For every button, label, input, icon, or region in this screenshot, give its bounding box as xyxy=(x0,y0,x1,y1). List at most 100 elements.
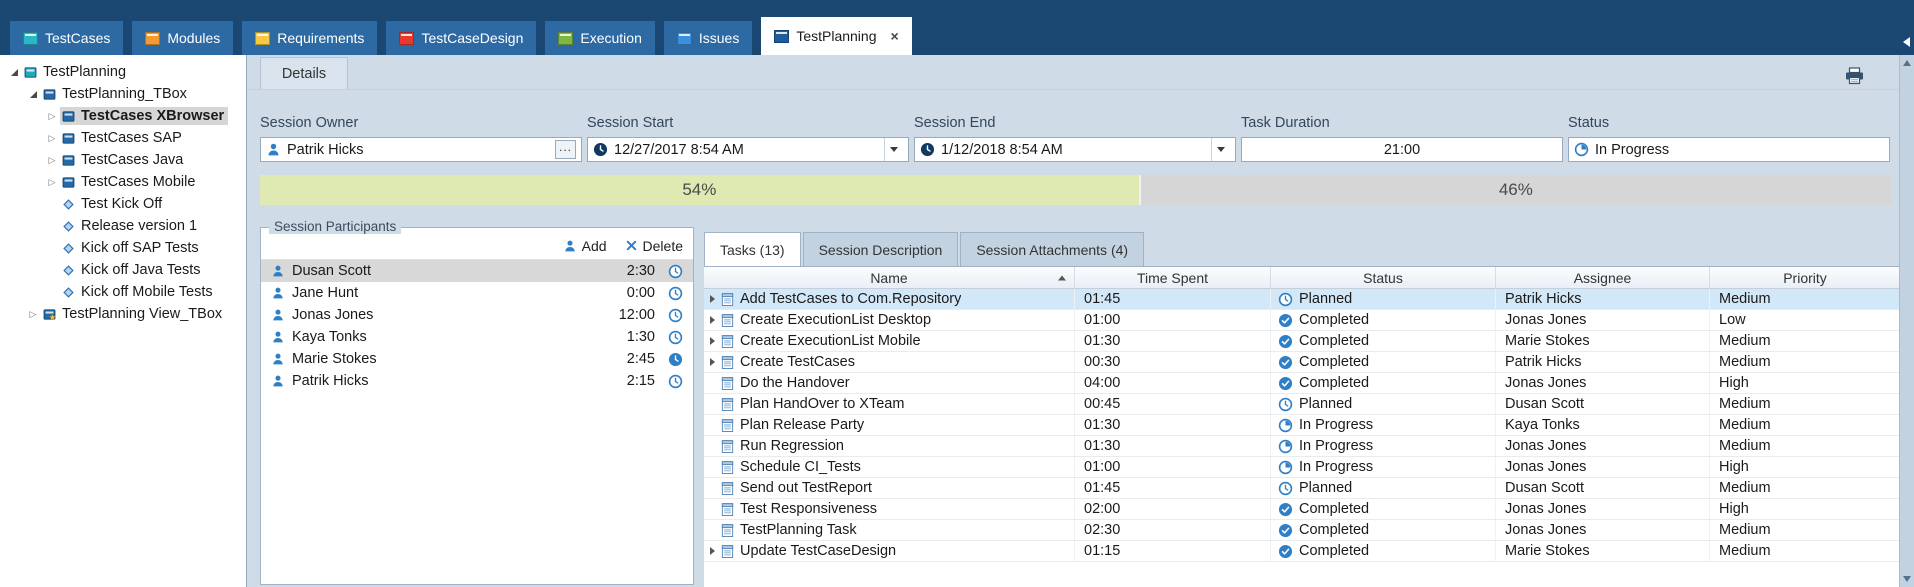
task-row[interactable]: Do the Handover 04:00 Completed Jonas Jo… xyxy=(704,373,1900,394)
task-name: Update TestCaseDesign xyxy=(740,543,896,559)
tree-item-label: TestPlanning xyxy=(43,64,126,80)
task-expander-icon[interactable] xyxy=(704,316,720,324)
tree-expander-icon[interactable] xyxy=(25,91,41,98)
task-document-icon xyxy=(720,334,735,349)
participant-row[interactable]: Kaya Tonks 1:30 xyxy=(261,326,693,348)
tab-scroll-left-icon[interactable] xyxy=(1903,37,1910,47)
task-row[interactable]: Add TestCases to Com.Repository 01:45 Pl… xyxy=(704,289,1900,310)
tree-item-label: Kick off Java Tests xyxy=(81,262,201,278)
participant-row[interactable]: Patrik Hicks 2:15 xyxy=(261,370,693,392)
tree-item-label: Release version 1 xyxy=(81,218,197,234)
tree-item-kick-off-sap-tests[interactable]: Kick off SAP Tests xyxy=(0,237,246,259)
tab-icon xyxy=(23,32,38,45)
tree-item-testplanning-view-tbox[interactable]: TestPlanning View_TBox xyxy=(0,303,246,325)
tree-item-testplanning[interactable]: TestPlanning xyxy=(0,61,246,83)
task-status-icon xyxy=(1278,523,1293,538)
task-row[interactable]: Update TestCaseDesign 01:15 Completed Ma… xyxy=(704,541,1900,562)
participant-row[interactable]: Dusan Scott 2:30 xyxy=(261,260,693,282)
participant-row[interactable]: Jonas Jones 12:00 xyxy=(261,304,693,326)
task-document-icon xyxy=(720,292,735,307)
scroll-down-icon[interactable] xyxy=(1903,576,1911,582)
print-icon[interactable] xyxy=(1844,67,1865,85)
task-duration-input[interactable]: 21:00 xyxy=(1241,137,1563,162)
participant-clock-icon xyxy=(668,352,683,367)
tree-item-testplanning-tbox[interactable]: TestPlanning_TBox xyxy=(0,83,246,105)
task-row[interactable]: Plan HandOver to XTeam 00:45 Planned Dus… xyxy=(704,394,1900,415)
scroll-up-icon[interactable] xyxy=(1903,60,1911,66)
task-row[interactable]: Send out TestReport 01:45 Planned Dusan … xyxy=(704,478,1900,499)
tree-item-testcases-java[interactable]: TestCases Java xyxy=(0,149,246,171)
tree-item-test-kick-off[interactable]: Test Kick Off xyxy=(0,193,246,215)
column-header-status[interactable]: Status xyxy=(1271,267,1496,288)
status-input[interactable]: In Progress xyxy=(1568,137,1890,162)
tab-testcasedesign[interactable]: TestCaseDesign xyxy=(386,21,536,55)
chevron-down-icon[interactable] xyxy=(884,138,903,161)
tree-expander-icon[interactable] xyxy=(44,155,60,166)
vertical-scrollbar[interactable] xyxy=(1899,55,1914,587)
tab-session-attachments-4[interactable]: Session Attachments (4) xyxy=(960,232,1144,266)
tree-item-release-version-1[interactable]: Release version 1 xyxy=(0,215,246,237)
task-expander-icon[interactable] xyxy=(704,358,720,366)
add-participant-button[interactable]: Add xyxy=(563,238,607,254)
task-document-icon xyxy=(720,523,735,538)
task-row[interactable]: Run Regression 01:30 In Progress Jonas J… xyxy=(704,436,1900,457)
tab-tasks-13[interactable]: Tasks (13) xyxy=(704,232,801,266)
tree-item-testcases-mobile[interactable]: TestCases Mobile xyxy=(0,171,246,193)
tree-expander-icon[interactable] xyxy=(25,309,41,320)
tab-details[interactable]: Details xyxy=(260,57,348,89)
column-header-time-spent[interactable]: Time Spent xyxy=(1075,267,1271,288)
tree-expander-icon[interactable] xyxy=(6,69,22,76)
task-status: Planned xyxy=(1299,291,1352,307)
delete-x-icon xyxy=(625,239,638,252)
column-header-assignee[interactable]: Assignee xyxy=(1496,267,1710,288)
tab-testplanning[interactable]: TestPlanning xyxy=(761,17,911,55)
task-expander-icon[interactable] xyxy=(704,337,720,345)
participant-row[interactable]: Jane Hunt 0:00 xyxy=(261,282,693,304)
task-expander-icon[interactable] xyxy=(704,295,720,303)
in-progress-clock-icon xyxy=(1574,142,1589,157)
tab-requirements[interactable]: Requirements xyxy=(242,21,377,55)
task-row[interactable]: Create TestCases 00:30 Completed Patrik … xyxy=(704,352,1900,373)
task-row[interactable]: Create ExecutionList Mobile 01:30 Comple… xyxy=(704,331,1900,352)
task-expander-icon[interactable] xyxy=(704,547,720,555)
tree-item-testcases-xbrowser[interactable]: TestCases XBrowser xyxy=(0,105,246,127)
tab-icon xyxy=(399,32,414,45)
task-status: In Progress xyxy=(1299,459,1373,475)
task-row[interactable]: Schedule CI_Tests 01:00 In Progress Jona… xyxy=(704,457,1900,478)
session-owner-browse-button[interactable] xyxy=(555,140,576,159)
tree-item-testcases-sap[interactable]: TestCases SAP xyxy=(0,127,246,149)
task-status: In Progress xyxy=(1299,417,1373,433)
tasks-table-header: Name Time Spent Status Assignee Priority xyxy=(704,267,1900,289)
task-name: Create ExecutionList Mobile xyxy=(740,333,921,349)
task-status-icon xyxy=(1278,418,1293,433)
tab-issues[interactable]: Issues xyxy=(664,21,752,55)
participant-row[interactable]: Marie Stokes 2:45 xyxy=(261,348,693,370)
tree-expander-icon[interactable] xyxy=(44,133,60,144)
box-blue-icon xyxy=(42,87,57,102)
delete-participant-button[interactable]: Delete xyxy=(625,238,683,254)
column-header-priority[interactable]: Priority xyxy=(1710,267,1900,288)
chevron-down-icon[interactable] xyxy=(1211,138,1230,161)
tab-session-description[interactable]: Session Description xyxy=(803,232,959,266)
tree-item-kick-off-mobile-tests[interactable]: Kick off Mobile Tests xyxy=(0,281,246,303)
task-assignee: Kaya Tonks xyxy=(1496,415,1710,435)
tab-close-icon[interactable] xyxy=(891,28,899,44)
task-row[interactable]: Test Responsiveness 02:00 Completed Jona… xyxy=(704,499,1900,520)
tree-expander-icon[interactable] xyxy=(44,111,60,122)
tab-modules[interactable]: Modules xyxy=(132,21,233,55)
task-row[interactable]: Plan Release Party 01:30 In Progress Kay… xyxy=(704,415,1900,436)
column-header-name[interactable]: Name xyxy=(704,267,1075,288)
tab-execution[interactable]: Execution xyxy=(545,21,654,55)
tab-testcases[interactable]: TestCases xyxy=(10,21,123,55)
tree-expander-icon[interactable] xyxy=(44,177,60,188)
session-end-input[interactable]: 1/12/2018 8:54 AM xyxy=(914,137,1236,162)
task-name: Test Responsiveness xyxy=(740,501,877,517)
status-label: Status xyxy=(1568,115,1890,131)
person-icon xyxy=(271,330,285,344)
task-priority: High xyxy=(1710,457,1900,477)
task-row[interactable]: Create ExecutionList Desktop 01:00 Compl… xyxy=(704,310,1900,331)
session-start-input[interactable]: 12/27/2017 8:54 AM xyxy=(587,137,909,162)
task-row[interactable]: TestPlanning Task 02:30 Completed Jonas … xyxy=(704,520,1900,541)
tree-item-kick-off-java-tests[interactable]: Kick off Java Tests xyxy=(0,259,246,281)
session-owner-input[interactable]: Patrik Hicks xyxy=(260,137,582,162)
